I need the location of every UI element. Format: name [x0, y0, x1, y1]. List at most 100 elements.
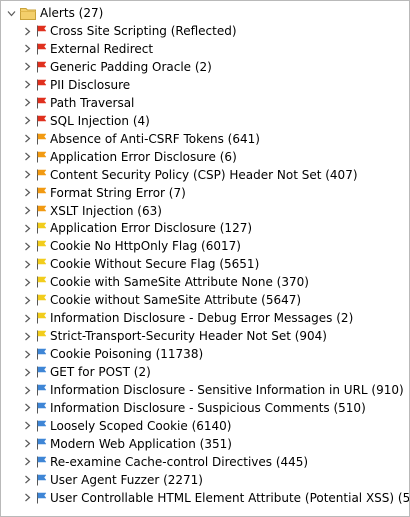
alert-item-label: Application Error Disclosure (6): [50, 149, 237, 164]
flag-low-icon: [36, 222, 47, 234]
chevron-right-icon[interactable]: [23, 22, 32, 40]
flag-info-icon: [36, 492, 47, 504]
alert-item-label: Information Disclosure - Debug Error Mes…: [50, 311, 354, 326]
alert-item[interactable]: Absence of Anti-CSRF Tokens (641): [23, 130, 409, 148]
alert-item[interactable]: XSLT Injection (63): [23, 202, 409, 220]
alert-item[interactable]: PII Disclosure: [23, 76, 409, 94]
alert-item[interactable]: Information Disclosure - Sensitive Infor…: [23, 381, 409, 399]
chevron-right-icon[interactable]: [23, 148, 32, 166]
alert-item[interactable]: Cookie without SameSite Attribute (5647): [23, 291, 409, 309]
alert-item[interactable]: Cross Site Scripting (Reflected): [23, 22, 409, 40]
flag-info-icon: [36, 438, 47, 450]
flag-medium-icon: [36, 151, 47, 163]
alert-item[interactable]: Loosely Scoped Cookie (6140): [23, 417, 409, 435]
chevron-right-icon[interactable]: [23, 255, 32, 273]
alert-item[interactable]: External Redirect: [23, 40, 409, 58]
chevron-right-icon[interactable]: [23, 363, 32, 381]
alert-item[interactable]: Cookie Without Secure Flag (5651): [23, 255, 409, 273]
chevron-down-icon[interactable]: [7, 4, 16, 22]
alert-item[interactable]: Strict-Transport-Security Header Not Set…: [23, 327, 409, 345]
chevron-right-icon[interactable]: [23, 345, 32, 363]
alert-item-label: User Controllable HTML Element Attribute…: [50, 490, 410, 505]
chevron-right-icon[interactable]: [23, 417, 32, 435]
alert-item-label: Format String Error (7): [50, 185, 186, 200]
chevron-right-icon[interactable]: [23, 58, 32, 76]
alert-item[interactable]: Generic Padding Oracle (2): [23, 58, 409, 76]
flag-high-icon: [36, 25, 47, 37]
flag-low-icon: [36, 294, 47, 306]
tree-root-label: Alerts (27): [40, 6, 104, 20]
chevron-right-icon[interactable]: [23, 435, 32, 453]
chevron-right-icon[interactable]: [23, 381, 32, 399]
alert-item-label: Cross Site Scripting (Reflected): [50, 24, 237, 38]
alert-item-label: Information Disclosure - Sensitive Infor…: [50, 383, 404, 397]
tree-root-alerts[interactable]: Alerts (27): [7, 4, 409, 22]
alert-item-label: Cookie without SameSite Attribute (5647): [50, 293, 302, 308]
flag-high-icon: [36, 97, 47, 109]
folder-icon: [20, 7, 36, 20]
alert-item[interactable]: Information Disclosure - Debug Error Mes…: [23, 309, 409, 327]
alert-item[interactable]: Modern Web Application (351): [23, 435, 409, 453]
alert-item[interactable]: GET for POST (2): [23, 363, 409, 381]
alert-item[interactable]: Format String Error (7): [23, 184, 409, 202]
flag-high-icon: [36, 43, 47, 55]
alert-item[interactable]: Cookie Poisoning (11738): [23, 345, 409, 363]
chevron-right-icon[interactable]: [23, 202, 32, 220]
alert-item-label: Path Traversal: [50, 95, 135, 110]
chevron-right-icon[interactable]: [23, 399, 32, 417]
flag-low-icon: [36, 240, 47, 252]
chevron-right-icon[interactable]: [23, 112, 32, 130]
flag-medium-icon: [36, 187, 47, 199]
chevron-right-icon[interactable]: [23, 40, 32, 58]
alert-item-label: Loosely Scoped Cookie (6140): [50, 418, 232, 433]
chevron-right-icon[interactable]: [23, 291, 32, 309]
flag-low-icon: [36, 330, 47, 342]
chevron-right-icon[interactable]: [23, 273, 32, 291]
alert-item[interactable]: Cookie No HttpOnly Flag (6017): [23, 237, 409, 255]
alert-item-label: GET for POST (2): [50, 365, 151, 380]
alert-item-label: XSLT Injection (63): [50, 203, 162, 218]
alert-item-label: Content Security Policy (CSP) Header Not…: [50, 167, 358, 182]
chevron-right-icon[interactable]: [23, 237, 32, 255]
flag-info-icon: [36, 420, 47, 432]
chevron-right-icon[interactable]: [23, 166, 32, 184]
alert-item[interactable]: Information Disclosure - Suspicious Comm…: [23, 399, 409, 417]
alert-item[interactable]: Application Error Disclosure (6): [23, 148, 409, 166]
chevron-right-icon[interactable]: [23, 471, 32, 489]
chevron-right-icon[interactable]: [23, 489, 32, 507]
alert-item[interactable]: User Controllable HTML Element Attribute…: [23, 489, 409, 507]
flag-low-icon: [36, 276, 47, 288]
chevron-right-icon[interactable]: [23, 94, 32, 112]
chevron-right-icon[interactable]: [23, 184, 32, 202]
alert-item[interactable]: Cookie with SameSite Attribute None (370…: [23, 273, 409, 291]
alert-item-label: Cookie with SameSite Attribute None (370…: [50, 275, 309, 290]
alert-item-label: Cookie Poisoning (11738): [50, 347, 204, 362]
alert-item-label: Application Error Disclosure (127): [50, 221, 253, 236]
flag-info-icon: [36, 384, 47, 396]
flag-low-icon: [36, 258, 47, 270]
flag-high-icon: [36, 115, 47, 127]
chevron-right-icon[interactable]: [23, 76, 32, 94]
flag-medium-icon: [36, 169, 47, 181]
alert-item[interactable]: User Agent Fuzzer (2271): [23, 471, 409, 489]
alert-item-label: Absence of Anti-CSRF Tokens (641): [50, 131, 260, 146]
flag-high-icon: [36, 79, 47, 91]
alert-item-label: External Redirect: [50, 41, 154, 56]
chevron-right-icon[interactable]: [23, 219, 32, 237]
chevron-right-icon[interactable]: [23, 453, 32, 471]
chevron-right-icon[interactable]: [23, 327, 32, 345]
alert-item[interactable]: Content Security Policy (CSP) Header Not…: [23, 166, 409, 184]
flag-info-icon: [36, 348, 47, 360]
alert-item[interactable]: Application Error Disclosure (127): [23, 219, 409, 237]
alert-item-label: User Agent Fuzzer (2271): [50, 472, 203, 487]
chevron-right-icon[interactable]: [23, 309, 32, 327]
flag-medium-icon: [36, 205, 47, 217]
flag-medium-icon: [36, 133, 47, 145]
chevron-right-icon[interactable]: [23, 130, 32, 148]
alert-item[interactable]: SQL Injection (4): [23, 112, 409, 130]
alert-item-label: Strict-Transport-Security Header Not Set…: [50, 329, 327, 344]
alert-item-label: SQL Injection (4): [50, 113, 150, 128]
alert-item[interactable]: Path Traversal: [23, 94, 409, 112]
flag-info-icon: [36, 402, 47, 414]
alert-item[interactable]: Re-examine Cache-control Directives (445…: [23, 453, 409, 471]
